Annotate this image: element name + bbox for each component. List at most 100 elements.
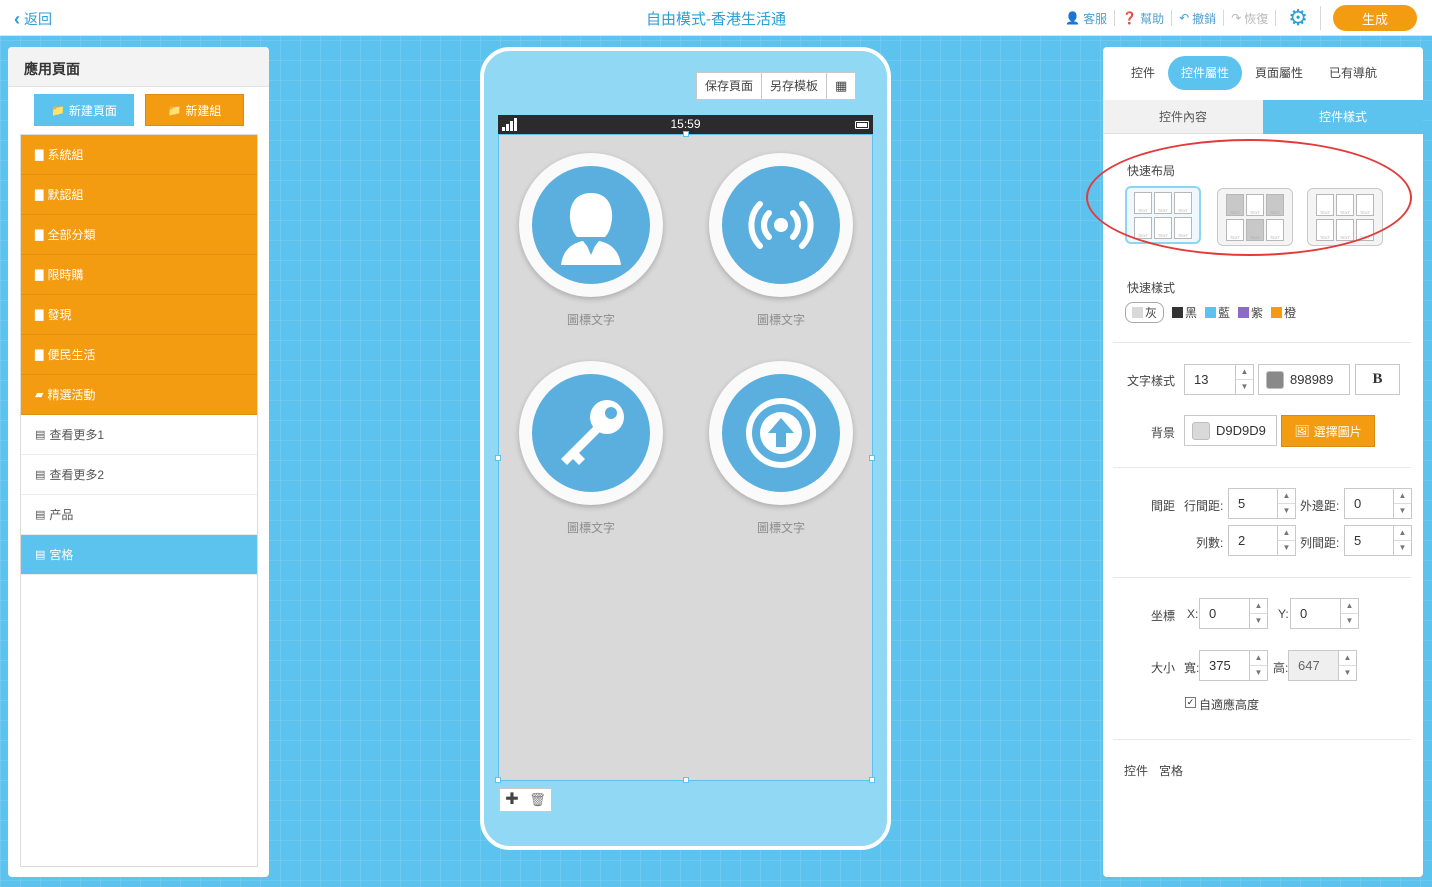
list-item-group[interactable]: ▇ 發現 <box>21 295 257 335</box>
new-page-button[interactable]: 📁 新建頁面 <box>34 94 134 126</box>
x-stepper[interactable]: ▲▼ <box>1199 598 1268 629</box>
swatch-orange[interactable]: 橙 <box>1271 304 1296 321</box>
font-size-stepper[interactable]: ▲▼ <box>1184 364 1254 395</box>
column-gap-stepper[interactable]: ▲▼ <box>1344 525 1412 556</box>
resize-handle[interactable] <box>683 777 689 783</box>
columns-stepper[interactable]: ▲▼ <box>1228 525 1296 556</box>
row-gap-input[interactable] <box>1229 489 1277 518</box>
list-item-group[interactable]: ▇ 便民生活 <box>21 335 257 375</box>
grid-cell[interactable]: 圖標文字 <box>706 361 856 536</box>
height-input[interactable] <box>1289 651 1338 680</box>
add-icon[interactable]: ✚ <box>505 792 518 808</box>
layout-cell: TEXT <box>1226 218 1244 241</box>
tab-controls[interactable]: 控件 <box>1118 56 1168 90</box>
outer-margin-stepper[interactable]: ▲▼ <box>1344 488 1412 519</box>
chevron-down-icon[interactable]: ▼ <box>1278 541 1295 555</box>
chevron-up-icon[interactable]: ▲ <box>1278 489 1295 504</box>
chevron-up-icon[interactable]: ▲ <box>1278 526 1295 541</box>
broadcast-icon <box>722 166 840 284</box>
width-stepper[interactable]: ▲▼ <box>1199 650 1268 681</box>
new-group-button[interactable]: 📁 新建組 <box>145 94 244 126</box>
swatch-black[interactable]: 黑 <box>1172 304 1197 321</box>
chevron-up-icon[interactable]: ▲ <box>1394 526 1411 541</box>
layout-option-1[interactable]: TEXT TEXT TEXT TEXT TEXT TEXT <box>1125 186 1201 244</box>
tab-existing-navigation[interactable]: 已有導航 <box>1316 56 1390 90</box>
list-item-group[interactable]: ▇ 系統組 <box>21 135 257 175</box>
columns-input[interactable] <box>1229 526 1277 555</box>
undo-button[interactable]: ↶ 撤銷 <box>1172 10 1225 26</box>
subtab-control-content[interactable]: 控件內容 <box>1103 100 1263 134</box>
chevron-down-icon[interactable]: ▼ <box>1236 380 1253 394</box>
list-item-page[interactable]: ▤ 产品 <box>21 495 257 535</box>
auto-height-label: 自適應高度 <box>1199 698 1260 712</box>
resize-handle[interactable] <box>869 455 875 461</box>
folder-icon: 📁 <box>51 104 65 117</box>
resize-handle[interactable] <box>869 777 875 783</box>
y-stepper[interactable]: ▲▼ <box>1290 598 1359 629</box>
grid-cell[interactable]: 圖標文字 <box>516 361 666 536</box>
layout-option-3[interactable]: TEXT TEXT TEXT TEXT TEXT TEXT <box>1307 188 1383 246</box>
chevron-up-icon[interactable]: ▲ <box>1250 651 1267 666</box>
swatch-blue[interactable]: 藍 <box>1205 304 1230 321</box>
column-gap-input[interactable] <box>1345 526 1393 555</box>
chevron-down-icon[interactable]: ▼ <box>1250 666 1267 680</box>
save-page-button[interactable]: 保存頁面 <box>697 73 763 99</box>
resize-handle[interactable] <box>495 455 501 461</box>
height-stepper[interactable]: ▲▼ <box>1288 650 1357 681</box>
generate-button[interactable]: 生成 <box>1333 5 1417 31</box>
chevron-down-icon[interactable]: ▼ <box>1339 666 1356 680</box>
chevron-down-icon[interactable]: ▼ <box>1341 614 1358 628</box>
grid-cell[interactable]: 圖標文字 <box>516 153 666 328</box>
layout-cell: TEXT <box>1246 218 1264 241</box>
list-item-page-active[interactable]: ▤ 宮格 <box>21 535 257 575</box>
y-input[interactable] <box>1291 599 1340 628</box>
chevron-up-icon[interactable]: ▲ <box>1250 599 1267 614</box>
swatch-gray[interactable]: 灰 <box>1125 302 1165 323</box>
chevron-up-icon[interactable]: ▲ <box>1236 365 1253 380</box>
help-button[interactable]: ❓ 幫助 <box>1115 10 1173 26</box>
grid-widget[interactable]: 圖標文字 圖標文字 圖標文字 圖標文字 <box>498 134 873 781</box>
outer-margin-input[interactable] <box>1345 489 1393 518</box>
width-input[interactable] <box>1200 651 1249 680</box>
x-input[interactable] <box>1200 599 1249 628</box>
chevron-down-icon[interactable]: ▼ <box>1394 504 1411 518</box>
choose-image-button[interactable]: 🖼 選擇圖片 <box>1281 415 1375 447</box>
auto-height-checkbox[interactable]: ✓ <box>1185 697 1196 708</box>
list-item-group[interactable]: ▇ 默認組 <box>21 175 257 215</box>
background-color-picker[interactable]: D9D9D9 <box>1184 415 1277 446</box>
chevron-down-icon[interactable]: ▼ <box>1394 541 1411 555</box>
back-button[interactable]: ‹ 返回 <box>14 9 52 29</box>
chevron-up-icon[interactable]: ▲ <box>1339 651 1356 666</box>
style-swatches: 灰 黑 藍 紫 橙 <box>1125 302 1296 323</box>
qr-code-button[interactable]: ▦ <box>827 73 855 99</box>
resize-handle[interactable] <box>495 777 501 783</box>
chevron-down-icon[interactable]: ▼ <box>1250 614 1267 628</box>
back-label: 返回 <box>24 11 52 27</box>
list-item-group[interactable]: ▇ 限時購 <box>21 255 257 295</box>
tab-page-properties[interactable]: 頁面屬性 <box>1242 56 1316 90</box>
list-item-group[interactable]: ▇ 全部分類 <box>21 215 257 255</box>
font-size-input[interactable] <box>1185 365 1235 394</box>
chevron-up-icon[interactable]: ▲ <box>1394 489 1411 504</box>
grid-cell[interactable]: 圖標文字 <box>706 153 856 328</box>
swatch-purple[interactable]: 紫 <box>1238 304 1263 321</box>
layout-cell: TEXT <box>1356 193 1374 216</box>
list-item-page[interactable]: ▤ 查看更多2 <box>21 455 257 495</box>
bold-button[interactable]: B <box>1355 364 1400 395</box>
chevron-up-icon[interactable]: ▲ <box>1341 599 1358 614</box>
gear-icon[interactable]: ⚙ <box>1276 6 1321 30</box>
layout-option-2[interactable]: TEXT TEXT TEXT TEXT TEXT TEXT <box>1217 188 1293 246</box>
text-color-picker[interactable]: 898989 <box>1258 364 1350 395</box>
subtab-control-style[interactable]: 控件樣式 <box>1263 100 1423 134</box>
qr-code-icon: ▦ <box>835 78 848 93</box>
resize-handle[interactable] <box>683 131 689 137</box>
list-item-page[interactable]: ▤ 查看更多1 <box>21 415 257 455</box>
chevron-down-icon[interactable]: ▼ <box>1278 504 1295 518</box>
save-template-button[interactable]: 另存模板 <box>762 73 828 99</box>
list-item-group-open[interactable]: ▰ 精選活動 <box>21 375 257 415</box>
trash-icon[interactable]: 🗑 <box>529 792 546 808</box>
service-button[interactable]: 👤 客服 <box>1058 10 1116 26</box>
redo-button[interactable]: ↷ 恢復 <box>1224 10 1277 26</box>
row-gap-stepper[interactable]: ▲▼ <box>1228 488 1296 519</box>
tab-control-properties[interactable]: 控件屬性 <box>1168 56 1243 90</box>
